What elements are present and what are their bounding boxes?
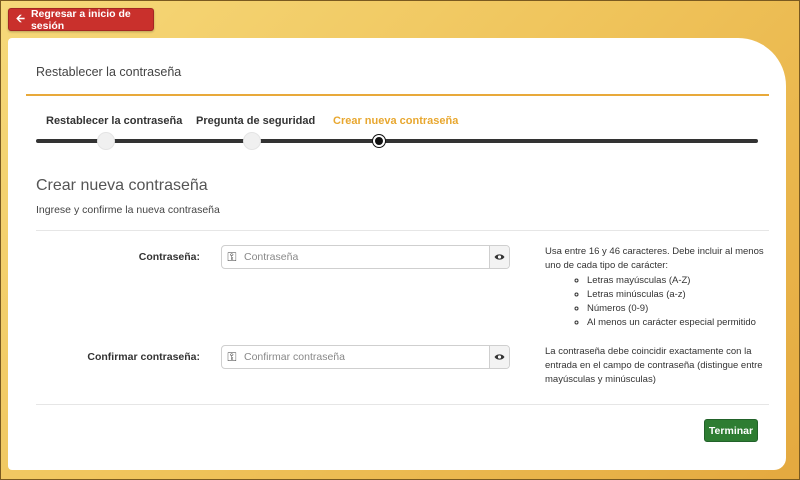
section-title: Crear nueva contraseña [36, 177, 208, 194]
requirement-item: Al menos un carácter especial permitido [587, 316, 767, 330]
step-label-security-question: Pregunta de seguridad [196, 115, 316, 127]
page-title: Restablecer la contraseña [36, 65, 182, 79]
requirement-item: Letras minúsculas (a-z) [587, 288, 767, 302]
requirement-item: Letras mayúsculas (A-Z) [587, 274, 767, 288]
password-help-intro: Usa entre 16 y 46 caracteres. Debe inclu… [545, 246, 764, 271]
footer-divider [36, 404, 769, 405]
back-to-login-button[interactable]: 🡨 Regresar a inicio de sesión [8, 7, 154, 32]
step-dot-security-question [243, 132, 261, 150]
step-dot-reset [97, 132, 115, 150]
confirm-password-input-group: ⚿ [221, 345, 510, 369]
step-label-reset: Restablecer la contraseña [46, 115, 183, 127]
password-label: Contraseña: [138, 251, 200, 263]
section-divider [36, 230, 769, 231]
confirm-password-help: La contraseña debe coincidir exactamente… [545, 346, 763, 385]
step-label-new-password: Crear nueva contraseña [333, 115, 459, 127]
arrow-left-icon: 🡨 [16, 13, 25, 25]
password-requirements: Usa entre 16 y 46 caracteres. Debe inclu… [545, 245, 767, 330]
password-input[interactable] [242, 246, 489, 268]
step-dot-new-password [373, 135, 385, 147]
progress-stepper: Restablecer la contraseña Pregunta de se… [36, 115, 769, 155]
requirement-item: Números (0-9) [587, 302, 767, 316]
password-requirements-list: Letras mayúsculas (A-Z) Letras minúscula… [545, 274, 767, 330]
back-button-label: Regresar a inicio de sesión [30, 7, 131, 32]
confirm-password-input[interactable] [242, 346, 489, 368]
section-subtitle: Ingrese y confirme la nueva contraseña [36, 204, 220, 216]
stepper-track [36, 139, 758, 143]
password-input-group: ⚿ [221, 245, 510, 269]
eye-icon [494, 354, 505, 360]
show-password-button[interactable] [489, 246, 509, 268]
show-confirm-password-button[interactable] [489, 346, 509, 368]
reset-password-panel: Restablecer la contraseña Restablecer la… [8, 38, 786, 470]
finish-button[interactable]: Terminar [704, 419, 758, 442]
title-divider [26, 94, 769, 96]
eye-icon [494, 254, 505, 260]
key-icon: ⚿ [227, 249, 237, 264]
key-icon: ⚿ [227, 349, 237, 364]
confirm-password-label: Confirmar contraseña: [87, 351, 200, 363]
